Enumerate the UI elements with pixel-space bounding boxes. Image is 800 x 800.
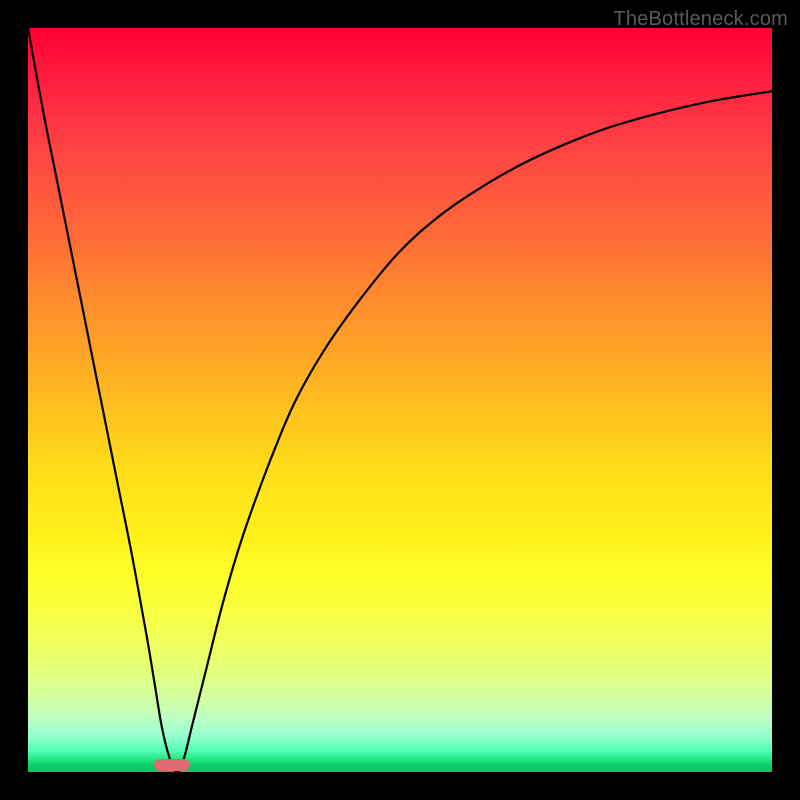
chart-plot-area [28,28,772,772]
optimal-marker [154,759,190,771]
bottleneck-curve [28,28,772,772]
attribution-text: TheBottleneck.com [613,8,788,31]
chart-frame: TheBottleneck.com [0,0,800,800]
